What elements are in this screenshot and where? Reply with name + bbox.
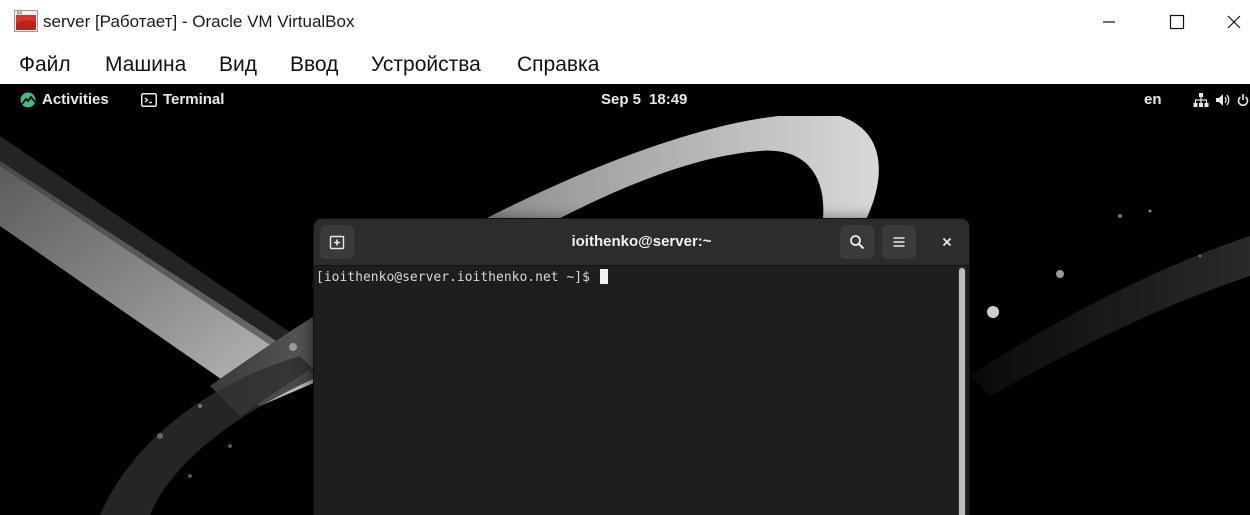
window-titlebar: 64 server [Работает] - Oracle VM Virtual… (0, 0, 1250, 44)
volume-icon (1216, 94, 1230, 106)
scrollbar-thumb[interactable] (959, 268, 965, 515)
menu-bar: Файл Машина Вид Ввод Устройства Справка (0, 44, 1250, 84)
app-menu-label: Terminal (163, 91, 225, 108)
shell-prompt: [ioithenko@server.ioithenko.net ~]$ (316, 270, 598, 285)
close-icon (1227, 15, 1241, 29)
text-cursor (599, 269, 608, 284)
menu-file[interactable]: Файл (19, 53, 71, 77)
clock-date: Sep 5 (601, 91, 642, 108)
activities-label: Activities (42, 91, 109, 108)
virtualbox-vm-icon: 64 (14, 10, 38, 32)
gnome-top-bar: Activities Terminal Sep 5 18:49 en (0, 84, 1250, 116)
activities-button[interactable]: Activities (20, 91, 109, 108)
maximize-icon (1169, 14, 1185, 30)
menu-input[interactable]: Ввод (290, 53, 338, 77)
window-title: server [Работает] - Oracle VM VirtualBox (43, 12, 355, 31)
close-icon (942, 237, 952, 247)
maximize-button[interactable] (1154, 6, 1200, 38)
menu-help[interactable]: Справка (517, 53, 599, 77)
minimize-icon (1103, 21, 1115, 23)
terminal-output[interactable]: [ioithenko@server.ioithenko.net ~]$ (314, 266, 969, 515)
app-menu-terminal[interactable]: Terminal (141, 91, 224, 108)
search-icon (850, 235, 865, 250)
menu-devices[interactable]: Устройства (371, 53, 481, 77)
search-button[interactable] (840, 225, 874, 259)
terminal-scrollbar[interactable] (958, 266, 966, 515)
terminal-window[interactable]: ioithenko@server:~ [ioithenko@server.ioi… (314, 219, 969, 515)
hamburger-menu-button[interactable] (882, 225, 916, 259)
clock-time: 18:49 (649, 91, 688, 108)
rocky-logo-icon (20, 92, 36, 107)
terminal-app-icon (141, 92, 157, 107)
keyboard-layout-indicator[interactable]: en (1144, 91, 1162, 108)
svg-text:64: 64 (17, 11, 23, 16)
close-terminal-button[interactable] (930, 225, 964, 259)
menu-view[interactable]: Вид (219, 53, 257, 77)
minimize-button[interactable] (1086, 6, 1132, 38)
power-icon (1237, 94, 1249, 106)
shell-prompt-line: [ioithenko@server.ioithenko.net ~]$ (316, 269, 608, 285)
close-window-button[interactable] (1222, 6, 1250, 38)
terminal-headerbar: ioithenko@server:~ (314, 219, 969, 266)
hamburger-menu-icon (893, 237, 905, 247)
clock[interactable]: Sep 5 18:49 (601, 91, 687, 108)
menu-machine[interactable]: Машина (105, 53, 186, 77)
system-menu[interactable] (1193, 92, 1249, 108)
network-wired-icon (1193, 93, 1209, 107)
vm-screen[interactable]: Activities Terminal Sep 5 18:49 en ioith… (0, 84, 1250, 515)
